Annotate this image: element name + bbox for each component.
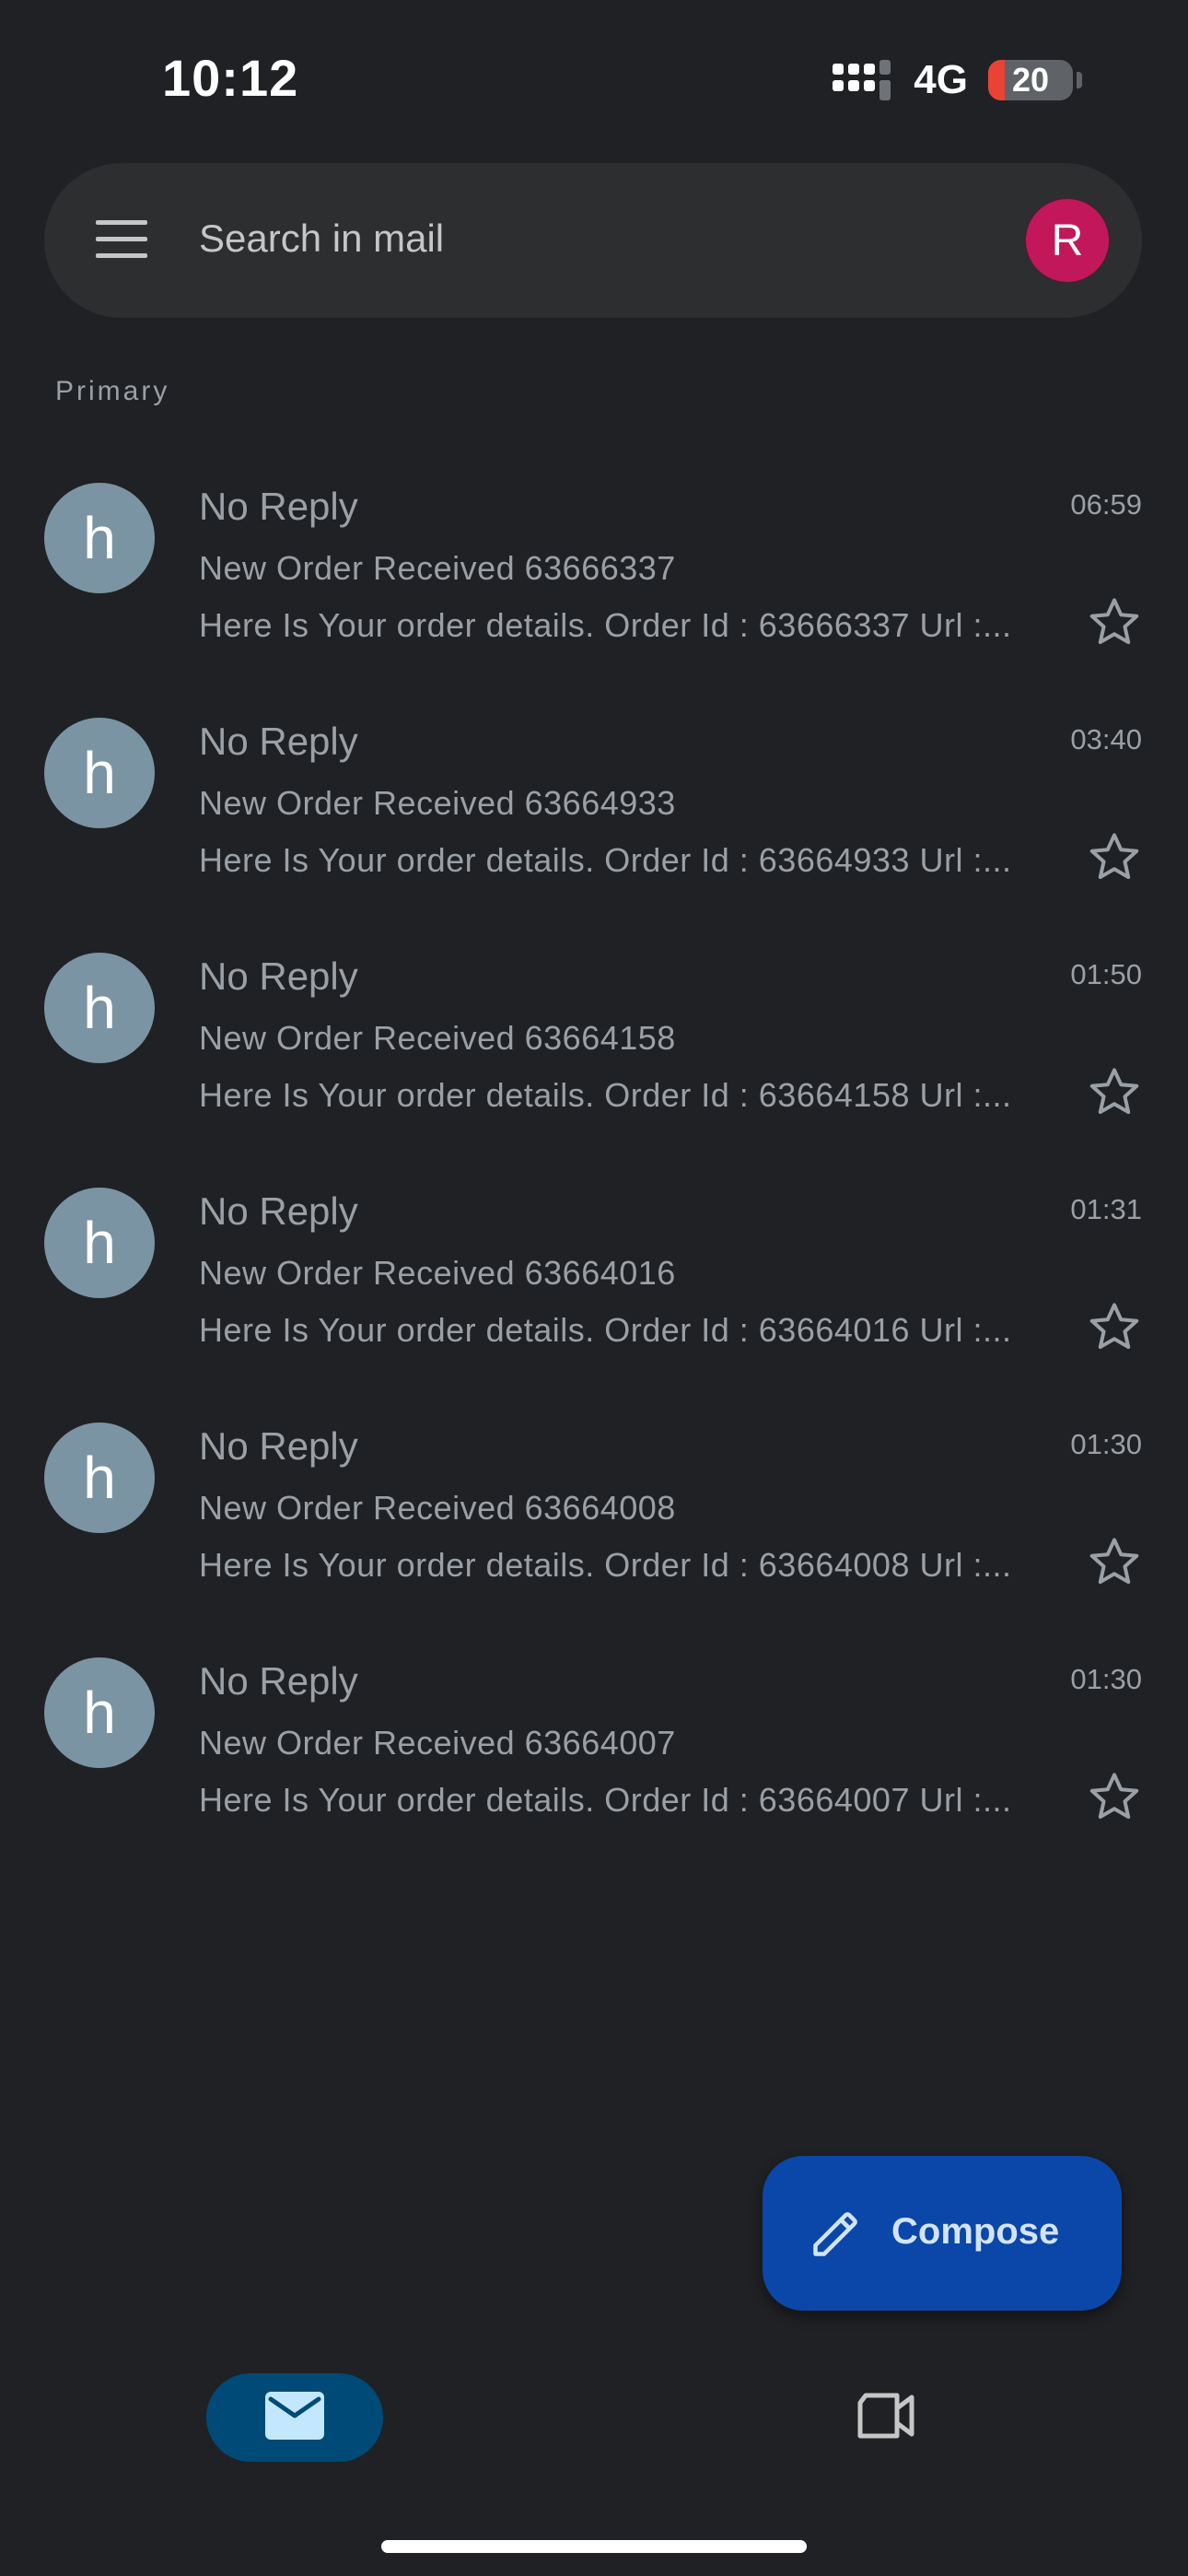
mail-list-item[interactable]: h No Reply 01:31 New Order Received 6366… — [0, 1169, 1188, 1404]
mail-list-item[interactable]: h No Reply 03:40 New Order Received 6366… — [0, 699, 1188, 934]
mail-list-item[interactable]: h No Reply 01:30 New Order Received 6366… — [0, 1639, 1188, 1874]
battery-percent: 20 — [1011, 61, 1050, 99]
mail-sender: No Reply — [199, 1659, 358, 1703]
sender-avatar[interactable]: h — [44, 718, 155, 828]
network-type: 4G — [914, 57, 968, 102]
nav-mail-tab[interactable] — [206, 2373, 383, 2462]
star-icon[interactable] — [1085, 593, 1144, 652]
mail-snippet: Here Is Your order details. Order Id : 6… — [199, 1546, 1012, 1584]
sender-avatar[interactable]: h — [44, 1423, 155, 1533]
mail-sender: No Reply — [199, 485, 358, 528]
mail-subject: New Order Received 63664007 — [199, 1724, 676, 1762]
mail-time: 01:31 — [1070, 1193, 1142, 1225]
star-icon[interactable] — [1085, 1533, 1144, 1592]
status-indicators: 4G 20 — [833, 55, 1082, 105]
mail-snippet: Here Is Your order details. Order Id : 6… — [199, 1076, 1012, 1114]
mail-subject: New Order Received 63664016 — [199, 1254, 676, 1292]
mail-sender: No Reply — [199, 1424, 358, 1468]
mail-sender: No Reply — [199, 1189, 358, 1233]
battery-tip — [1077, 72, 1082, 88]
search-bar[interactable]: Search in mail R — [44, 163, 1142, 318]
mail-list-item[interactable]: h No Reply 01:50 New Order Received 6366… — [0, 934, 1188, 1169]
status-time: 10:12 — [162, 49, 299, 107]
sender-avatar[interactable]: h — [44, 483, 155, 593]
star-icon[interactable] — [1085, 828, 1144, 887]
mail-time: 01:30 — [1070, 1428, 1142, 1460]
mail-subject: New Order Received 63664008 — [199, 1489, 676, 1527]
mail-time: 01:50 — [1070, 958, 1142, 990]
battery-icon: 20 — [988, 60, 1073, 100]
star-icon[interactable] — [1085, 1298, 1144, 1357]
home-indicator[interactable] — [381, 2540, 807, 2553]
mail-snippet: Here Is Your order details. Order Id : 6… — [199, 841, 1012, 879]
bottom-navigation — [0, 2359, 1188, 2478]
mail-sender: No Reply — [199, 954, 358, 998]
mail-time: 01:30 — [1070, 1663, 1142, 1695]
search-input[interactable]: Search in mail — [199, 217, 444, 261]
sender-avatar[interactable]: h — [44, 953, 155, 1063]
star-icon[interactable] — [1085, 1768, 1144, 1827]
status-bar: 10:12 4G 20 — [0, 0, 1188, 157]
cellular-signal-icon — [833, 60, 893, 100]
star-icon[interactable] — [1085, 1063, 1144, 1122]
section-label-primary: Primary — [55, 376, 170, 406]
mail-snippet: Here Is Your order details. Order Id : 6… — [199, 1781, 1012, 1819]
account-avatar[interactable]: R — [1026, 199, 1109, 282]
mail-time: 06:59 — [1070, 488, 1142, 521]
mail-list: h No Reply 06:59 New Order Received 6366… — [0, 464, 1188, 1874]
video-camera-icon — [856, 2392, 915, 2444]
mail-snippet: Here Is Your order details. Order Id : 6… — [199, 606, 1012, 644]
mail-snippet: Here Is Your order details. Order Id : 6… — [199, 1311, 1012, 1349]
pencil-icon — [809, 2206, 864, 2261]
nav-meet-tab[interactable] — [853, 2384, 919, 2451]
sender-avatar[interactable]: h — [44, 1657, 155, 1768]
mail-subject: New Order Received 63664158 — [199, 1019, 676, 1057]
mail-time: 03:40 — [1070, 723, 1142, 755]
hamburger-menu-icon[interactable] — [96, 217, 147, 263]
mail-subject: New Order Received 63666337 — [199, 549, 676, 587]
sender-avatar[interactable]: h — [44, 1188, 155, 1298]
compose-label: Compose — [891, 2211, 1060, 2252]
battery-fill — [988, 60, 1006, 100]
mail-list-item[interactable]: h No Reply 06:59 New Order Received 6366… — [0, 464, 1188, 699]
mail-list-item[interactable]: h No Reply 01:30 New Order Received 6366… — [0, 1404, 1188, 1639]
mail-icon — [265, 2391, 324, 2444]
compose-button[interactable]: Compose — [763, 2156, 1122, 2311]
mail-subject: New Order Received 63664933 — [199, 784, 676, 822]
mail-sender: No Reply — [199, 720, 358, 763]
